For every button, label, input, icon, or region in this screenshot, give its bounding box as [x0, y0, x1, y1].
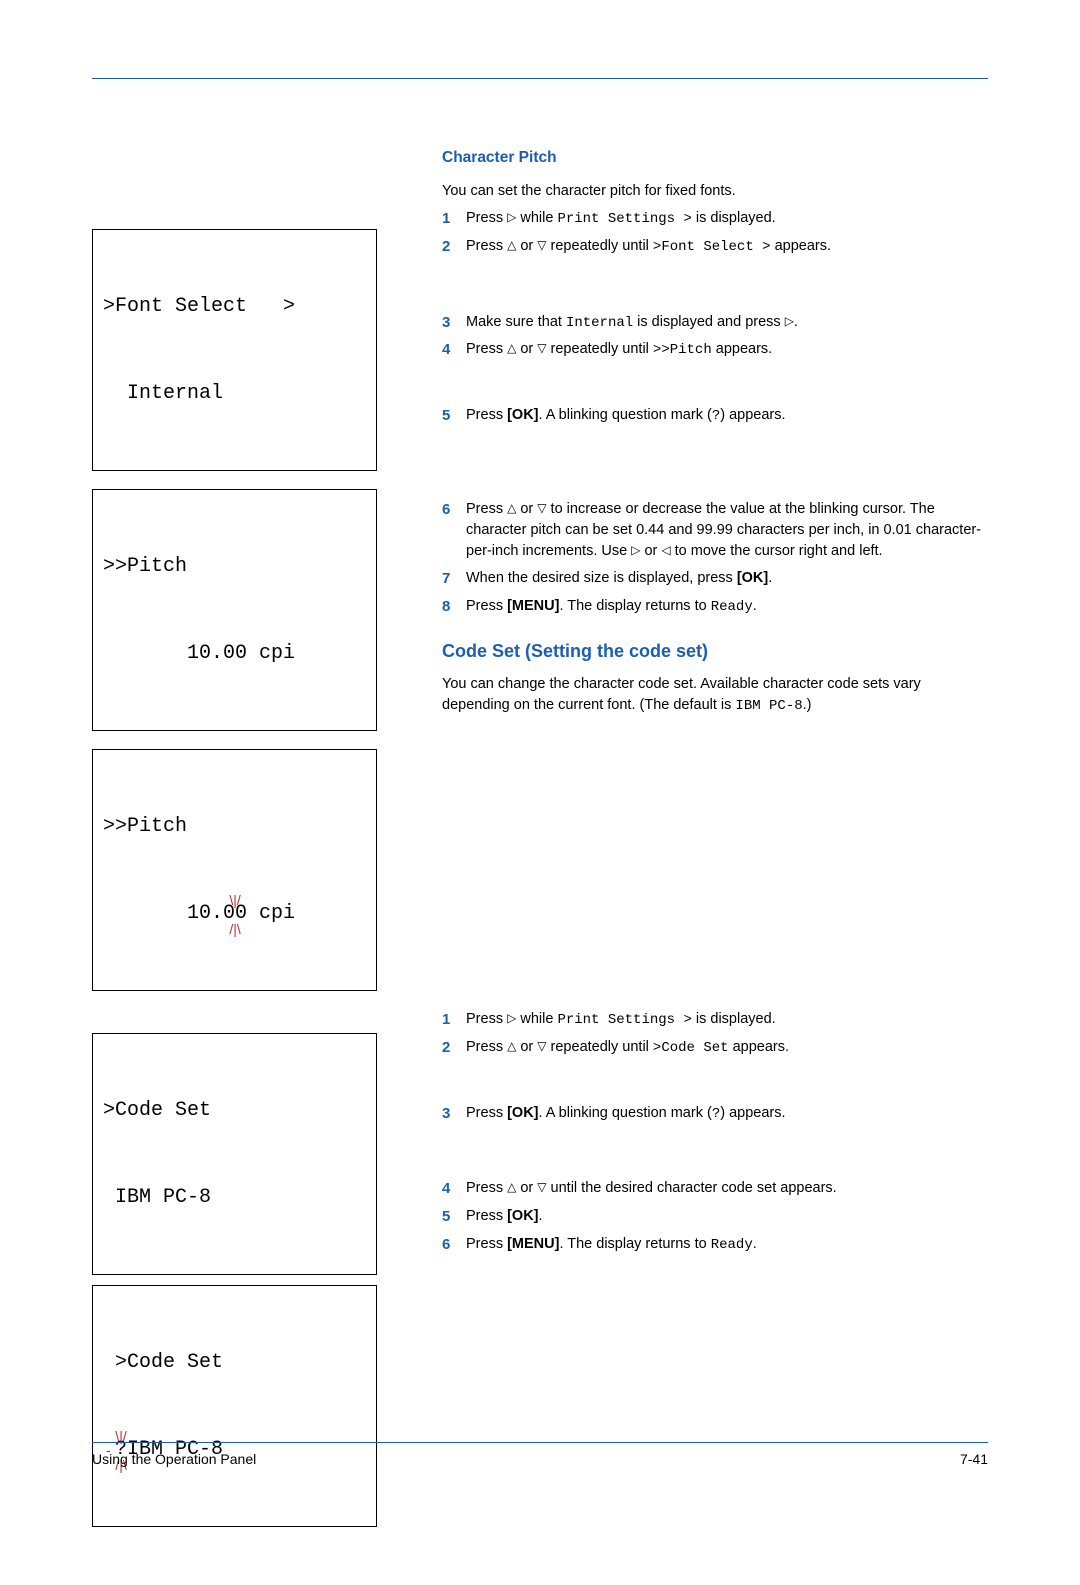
lcd-line: >Code Set	[103, 1096, 366, 1125]
triangle-down-icon: ▽	[537, 237, 546, 254]
page-top-rule	[92, 78, 988, 79]
step-number: 1	[442, 208, 466, 230]
steps-list: 3 Make sure that Internal is displayed a…	[442, 312, 988, 362]
step-body: Press [OK].	[466, 1206, 988, 1227]
step-body: Press △ or ▽ to increase or decrease the…	[466, 499, 988, 562]
intro-text: You can change the character code set. A…	[442, 674, 988, 716]
heading-code-set: Code Set (Setting the code set)	[442, 641, 988, 662]
steps-list: 1 Press ▷ while Print Settings > is disp…	[442, 1009, 988, 1059]
triangle-right-icon: ▷	[785, 313, 794, 330]
right-column: Character Pitch You can set the characte…	[420, 149, 988, 723]
triangle-up-icon: △	[507, 500, 516, 517]
step-number: 8	[442, 596, 466, 618]
triangle-down-icon: ▽	[537, 1038, 546, 1055]
step-body: Press ▷ while Print Settings > is displa…	[466, 208, 988, 229]
step-body: Press [MENU]. The display returns to Rea…	[466, 1234, 988, 1255]
lcd-line: IBM PC-8	[103, 1183, 366, 1212]
steps-list: 6 Press △ or ▽ to increase or decrease t…	[442, 499, 988, 618]
step-body: Press △ or ▽ repeatedly until >>Pitch ap…	[466, 339, 988, 360]
triangle-up-icon: △	[507, 1179, 516, 1196]
lcd-code-set: >Code Set IBM PC-8	[92, 1033, 377, 1275]
step-body: Press △ or ▽ repeatedly until >Code Set …	[466, 1037, 988, 1058]
step-body: Make sure that Internal is displayed and…	[466, 312, 988, 333]
steps-list: 4 Press △ or ▽ until the desired charact…	[442, 1178, 988, 1255]
lcd-code-set-blink: >Code Set \|/-?/|\IBM PC-8	[92, 1285, 377, 1527]
step-number: 3	[442, 1103, 466, 1125]
step-number: 6	[442, 1234, 466, 1256]
step-number: 5	[442, 405, 466, 427]
triangle-left-icon: ◁	[661, 542, 670, 559]
triangle-up-icon: △	[507, 237, 516, 254]
triangle-up-icon: △	[507, 340, 516, 357]
heading-character-pitch: Character Pitch	[442, 149, 988, 167]
triangle-down-icon: ▽	[537, 340, 546, 357]
lcd-line: >Code Set	[103, 1348, 366, 1377]
lcd-pitch: >>Pitch 10.00 cpi	[92, 489, 377, 731]
steps-list: 1 Press ▷ while Print Settings > is disp…	[442, 208, 988, 258]
footer-left: Using the Operation Panel	[92, 1451, 256, 1467]
lcd-pitch-blink: >>Pitch 10.\|/00/|\ cpi	[92, 749, 377, 991]
lcd-line: >>Pitch	[103, 812, 366, 841]
lcd-line: Internal	[103, 379, 366, 408]
step-body: Press ▷ while Print Settings > is displa…	[466, 1009, 988, 1030]
step-number: 2	[442, 236, 466, 258]
step-number: 4	[442, 339, 466, 361]
right-column: 1 Press ▷ while Print Settings > is disp…	[420, 1009, 988, 1262]
steps-list: 5 Press [OK]. A blinking question mark (…	[442, 405, 988, 427]
page-footer: Using the Operation Panel 7-41	[92, 1442, 988, 1467]
triangle-down-icon: ▽	[537, 500, 546, 517]
step-number: 3	[442, 312, 466, 334]
step-number: 2	[442, 1037, 466, 1059]
triangle-up-icon: △	[507, 1038, 516, 1055]
footer-right: 7-41	[960, 1451, 988, 1467]
step-body: Press [OK]. A blinking question mark (?)…	[466, 405, 988, 426]
step-body: Press △ or ▽ until the desired character…	[466, 1178, 988, 1199]
triangle-right-icon: ▷	[507, 1010, 516, 1027]
step-number: 4	[442, 1178, 466, 1200]
lcd-font-select: >Font Select > Internal	[92, 229, 377, 471]
step-body: Press [OK]. A blinking question mark (?)…	[466, 1103, 988, 1124]
left-column: >Font Select > Internal >>Pitch 10.00 cp…	[92, 149, 420, 1009]
step-body: Press △ or ▽ repeatedly until >Font Sele…	[466, 236, 988, 257]
step-number: 7	[442, 568, 466, 590]
triangle-right-icon: ▷	[507, 209, 516, 226]
step-number: 5	[442, 1206, 466, 1228]
step-number: 1	[442, 1009, 466, 1031]
intro-text: You can set the character pitch for fixe…	[442, 181, 988, 202]
steps-list: 3 Press [OK]. A blinking question mark (…	[442, 1103, 988, 1125]
lcd-line: >Font Select >	[103, 292, 366, 321]
step-body: Press [MENU]. The display returns to Rea…	[466, 596, 988, 617]
lcd-line: >>Pitch	[103, 552, 366, 581]
lcd-line: 10.00 cpi	[103, 639, 366, 668]
lcd-line: 10.\|/00/|\ cpi	[103, 899, 366, 928]
step-body: When the desired size is displayed, pres…	[466, 568, 988, 589]
triangle-down-icon: ▽	[537, 1179, 546, 1196]
step-number: 6	[442, 499, 466, 521]
